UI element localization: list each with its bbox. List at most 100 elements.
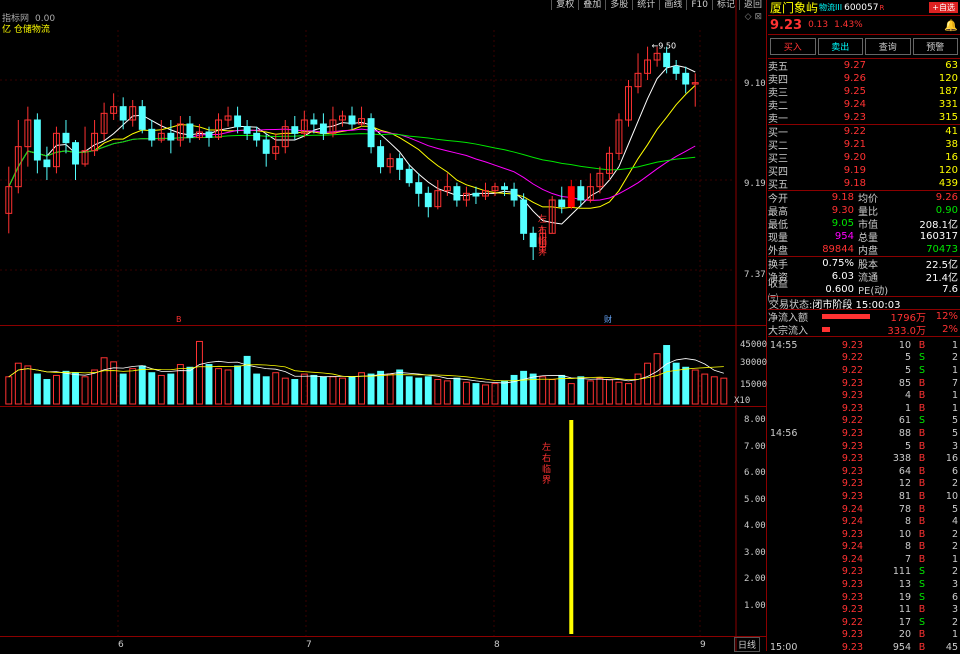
tick-count: 1 <box>951 390 958 402</box>
candle-body[interactable] <box>558 199 566 208</box>
asks-row[interactable]: 卖二 9.24 331 <box>768 98 960 112</box>
candle-body[interactable] <box>348 115 356 125</box>
stock-sector-tag[interactable]: 物流III <box>819 2 842 13</box>
volume-bar <box>377 370 385 405</box>
candle-body[interactable] <box>291 126 299 134</box>
bids-row[interactable]: 买一 9.22 41 <box>768 125 960 139</box>
candle-body[interactable] <box>186 123 194 138</box>
volume-bar <box>33 373 41 405</box>
tick-time: 14:56 <box>770 427 798 439</box>
volume-bar <box>138 365 146 405</box>
tick-row: 9.23 1 B 1 <box>768 402 960 415</box>
date-tick: 7 <box>306 640 312 650</box>
bell-icon[interactable]: 🔔 <box>944 19 958 32</box>
stats-table: 今开 9.18 均价 9.26 最高 9.30 量比 0.90 最低 9.05 市值 208.1亿 现量… <box>768 190 960 257</box>
candle-body[interactable] <box>672 66 680 74</box>
asks-row[interactable]: 卖五 9.27 63 <box>768 59 960 73</box>
bids-price: 9.22 <box>843 126 866 137</box>
tick-volume: 81 <box>898 490 911 502</box>
candle-body[interactable] <box>377 146 385 168</box>
event-mark[interactable]: 财 <box>604 314 612 324</box>
price-line: 9.23 0.13 1.43% 🔔 <box>768 16 960 34</box>
candle-body[interactable] <box>367 118 375 148</box>
chart-area[interactable]: 复权 叠加 多股 统计 画线 F10 标记 返回 指标网 0.00 亿 仓储物流 ◇ ⊠ ←9.… <box>0 0 768 652</box>
tick-price: 9.24 <box>841 503 863 515</box>
stat-value: 9.05 <box>831 218 854 229</box>
volume-bar <box>605 379 613 405</box>
tick-row: 9.22 17 S 2 <box>768 616 960 629</box>
candle-body[interactable] <box>253 132 261 141</box>
stock-name: 厦门象屿 <box>770 1 819 15</box>
tick-volume: 17 <box>898 616 911 628</box>
stat-value: 0.90 <box>935 205 958 216</box>
candle-body[interactable] <box>62 132 70 144</box>
candle-body[interactable] <box>243 126 251 134</box>
candle-body[interactable] <box>33 119 41 161</box>
tick-count: 6 <box>951 591 958 603</box>
candle-body[interactable] <box>682 72 690 85</box>
candle-body[interactable] <box>262 139 270 154</box>
tick-list[interactable]: 14:55 9.23 10 B 1 9.22 5 S 2 9.22 5 S 1 9.23 85 B 7 9.23 4… <box>768 336 960 654</box>
add-watchlist-button[interactable]: +自选 <box>929 2 958 13</box>
tick-row: 9.23 19 S 6 <box>768 591 960 604</box>
candle-body[interactable] <box>529 232 537 248</box>
bids-volume: 41 <box>945 126 958 137</box>
volume-bar <box>148 372 156 405</box>
volume-bar <box>119 373 127 405</box>
candle-body[interactable] <box>43 159 51 168</box>
tick-price: 9.23 <box>841 427 863 439</box>
bids-row[interactable]: 买五 9.18 439 <box>768 177 960 191</box>
trade-button-0[interactable]: 买入 <box>770 38 816 55</box>
volume-bar <box>157 374 165 405</box>
candle-body[interactable] <box>663 52 671 68</box>
volume-bar <box>691 369 699 405</box>
event-mark[interactable]: B <box>176 315 182 324</box>
candle-body[interactable] <box>472 192 480 197</box>
tick-row: 9.23 85 B 7 <box>768 377 960 390</box>
tick-count: 5 <box>951 503 958 515</box>
asks-volume: 63 <box>945 60 958 71</box>
tick-side: B <box>918 478 926 490</box>
candle-body[interactable] <box>510 188 518 201</box>
volume-bar <box>310 374 318 405</box>
trade-button-3[interactable]: 预警 <box>912 38 958 55</box>
candle-body[interactable] <box>567 186 575 208</box>
period-button[interactable]: 日线 <box>734 637 761 652</box>
candle-body[interactable] <box>205 131 213 138</box>
candle-body[interactable] <box>119 106 127 121</box>
candle-body[interactable] <box>234 115 242 128</box>
bids-row[interactable]: 买四 9.19 120 <box>768 164 960 178</box>
trade-button-2[interactable]: 查询 <box>865 38 911 55</box>
candle-body[interactable] <box>72 142 79 165</box>
asks-row[interactable]: 卖四 9.26 120 <box>768 72 960 86</box>
stock-flag: R <box>879 3 885 12</box>
asks-row[interactable]: 卖三 9.25 187 <box>768 85 960 99</box>
volume-bar <box>205 364 213 405</box>
candle-body[interactable] <box>520 199 528 234</box>
candle-body[interactable] <box>138 106 146 130</box>
tick-volume: 19 <box>898 591 911 603</box>
volume-bar <box>215 368 222 405</box>
candle-body[interactable] <box>148 128 156 141</box>
bids-row[interactable]: 买二 9.21 38 <box>768 138 960 152</box>
volume-bar <box>625 383 632 405</box>
volume-bar <box>596 377 604 405</box>
candle-body[interactable] <box>415 182 423 194</box>
tick-row: 9.23 4 B 1 <box>768 389 960 402</box>
candle-body[interactable] <box>310 119 318 125</box>
tick-row: 9.24 8 B 4 <box>768 515 960 528</box>
bids-row[interactable]: 买三 9.20 16 <box>768 151 960 165</box>
candle-body[interactable] <box>396 158 404 170</box>
trade-button-1[interactable]: 卖出 <box>817 38 863 55</box>
candle-body[interactable] <box>424 192 432 208</box>
asks-row[interactable]: 卖一 9.23 315 <box>768 111 960 125</box>
candle-body[interactable] <box>501 186 509 190</box>
tick-price: 9.23 <box>841 390 863 402</box>
candle-body[interactable] <box>453 186 461 201</box>
candle-body[interactable] <box>405 168 413 184</box>
candle-body[interactable] <box>319 123 327 134</box>
tick-row: 9.23 12 B 2 <box>768 478 960 491</box>
candle-body[interactable] <box>167 132 175 141</box>
candle-body[interactable] <box>577 186 585 201</box>
volume-tick: 30000 <box>740 358 768 368</box>
